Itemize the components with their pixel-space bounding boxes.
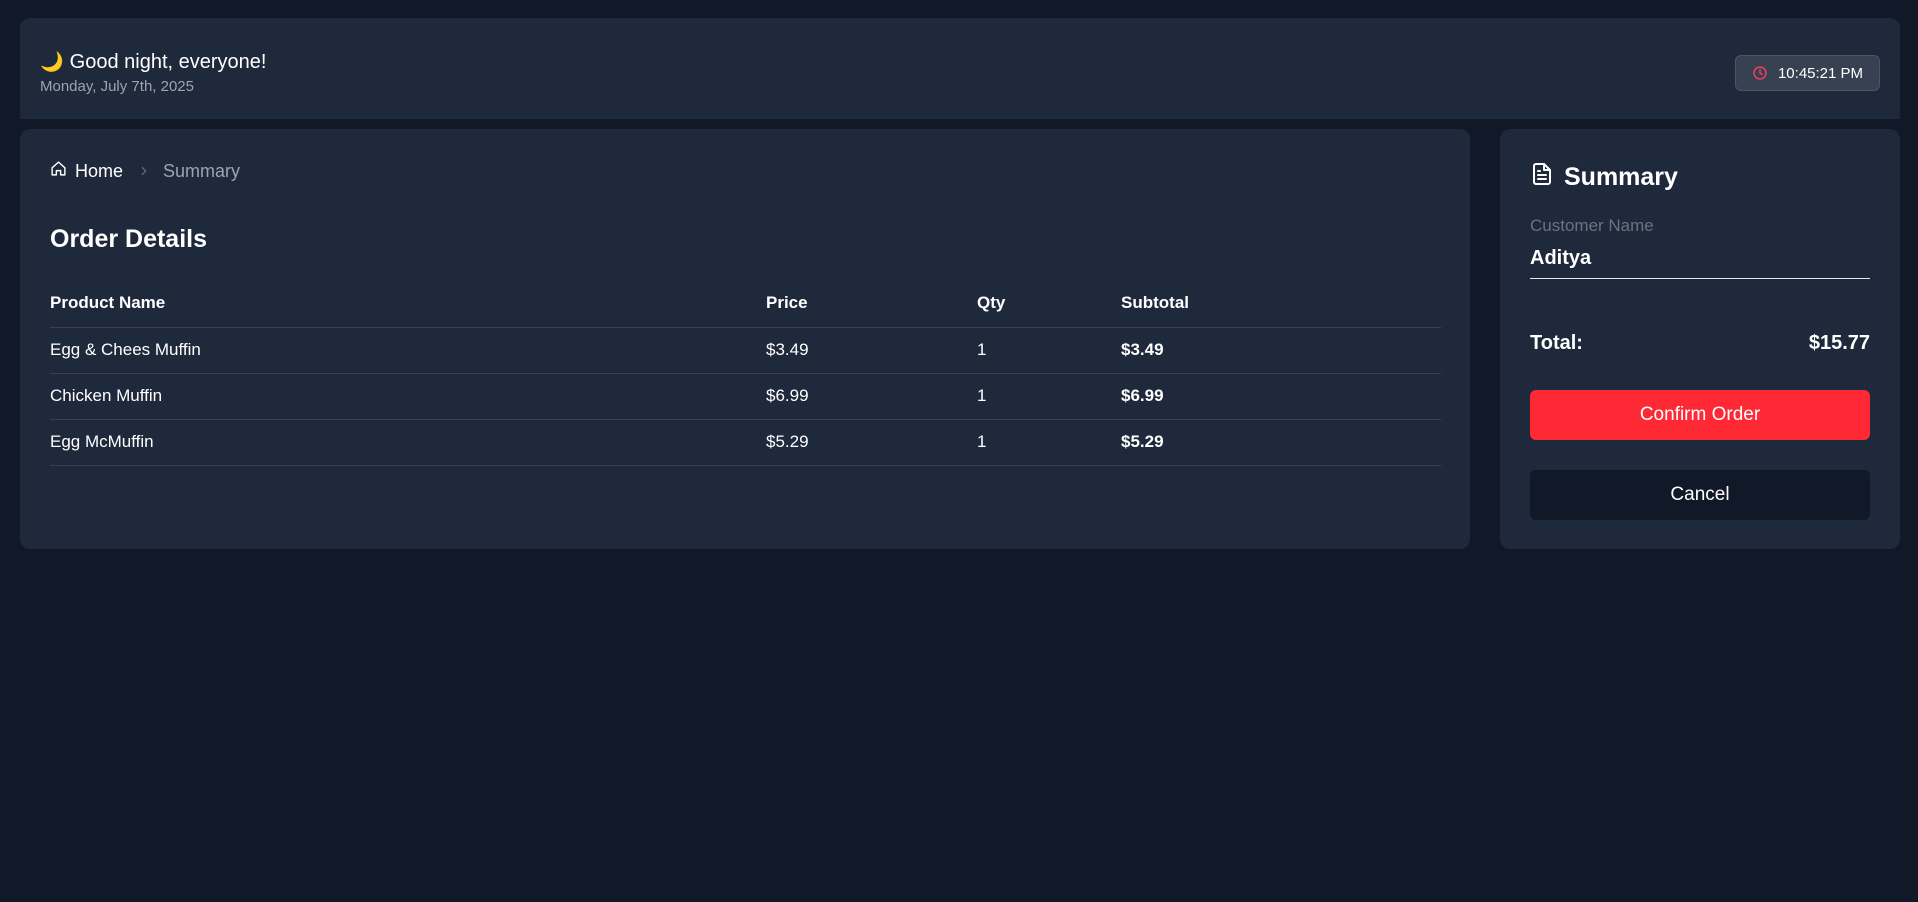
product-price: $5.29 — [766, 419, 977, 466]
breadcrumb-current: Summary — [163, 160, 241, 181]
home-icon — [50, 160, 67, 182]
clock-badge: 10:45:21 PM — [1735, 55, 1880, 91]
chevron-right-icon — [137, 164, 151, 178]
column-header-subtotal: Subtotal — [1121, 280, 1441, 328]
product-qty: 1 — [977, 327, 1121, 374]
product-qty: 1 — [977, 373, 1121, 420]
product-subtotal: $6.99 — [1121, 373, 1441, 420]
product-price: $3.49 — [766, 327, 977, 374]
table-row: Egg McMuffin $5.29 1 $5.29 — [50, 419, 1441, 466]
column-header-price: Price — [766, 280, 977, 328]
product-subtotal: $5.29 — [1121, 419, 1441, 466]
customer-name-label: Customer Name — [1530, 216, 1654, 235]
summary-title: Summary — [1564, 163, 1678, 191]
order-details-card: Home Summary Order Details Product Name … — [20, 129, 1470, 549]
column-header-qty: Qty — [977, 280, 1121, 328]
table-row: Egg & Chees Muffin $3.49 1 $3.49 — [50, 327, 1441, 374]
product-name: Egg & Chees Muffin — [50, 327, 766, 374]
total-row: Total: $15.77 — [1530, 332, 1870, 355]
total-value: $15.77 — [1808, 332, 1870, 354]
greeting-text: Good night, everyone! — [69, 51, 267, 73]
column-header-product: Product Name — [50, 280, 766, 328]
product-subtotal: $3.49 — [1121, 327, 1441, 374]
order-table: Product Name Price Qty Subtotal Egg & Ch… — [50, 280, 1441, 466]
top-header: 🌙 Good night, everyone! Monday, July 7th… — [20, 18, 1900, 119]
table-header-row: Product Name Price Qty Subtotal — [50, 280, 1441, 328]
summary-card: Summary Customer Name Total: $15.77 Conf… — [1500, 129, 1900, 549]
customer-name-input[interactable] — [1530, 238, 1870, 279]
clock-time: 10:45:21 PM — [1777, 64, 1864, 82]
breadcrumb-home-link[interactable]: Home — [50, 160, 123, 182]
table-row: Chicken Muffin $6.99 1 $6.99 — [50, 373, 1441, 420]
clock-icon — [1752, 65, 1768, 81]
moon-icon: 🌙 — [40, 52, 64, 73]
greeting: 🌙 Good night, everyone! — [40, 51, 266, 74]
confirm-order-button[interactable]: Confirm Order — [1530, 390, 1870, 440]
breadcrumb: Home Summary — [50, 160, 240, 182]
order-details-title: Order Details — [50, 225, 208, 253]
product-qty: 1 — [977, 419, 1121, 466]
total-label: Total: — [1530, 332, 1583, 354]
product-name: Egg McMuffin — [50, 419, 766, 466]
cancel-button[interactable]: Cancel — [1530, 470, 1870, 520]
current-date: Monday, July 7th, 2025 — [40, 78, 194, 95]
summary-heading: Summary — [1530, 162, 1678, 193]
breadcrumb-home-label: Home — [75, 160, 124, 181]
document-icon — [1530, 162, 1554, 193]
product-price: $6.99 — [766, 373, 977, 420]
product-name: Chicken Muffin — [50, 373, 766, 420]
